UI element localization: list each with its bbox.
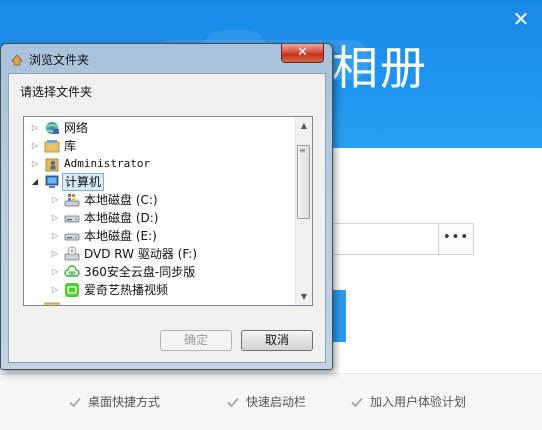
dialog-prompt: 请选择文件夹 <box>20 85 93 99</box>
cancel-button[interactable]: 取消 <box>241 330 313 351</box>
option-label: 加入用户体验计划 <box>370 395 467 409</box>
scroll-grip-icon: ≡ <box>299 146 306 155</box>
install-path-input[interactable] <box>330 223 439 255</box>
expand-arrow-icon[interactable]: ▷ <box>50 245 60 263</box>
tree-item-drive-c[interactable]: ▷ 本地磁盘 (C:) <box>24 191 294 209</box>
expand-arrow-icon[interactable]: ▷ <box>50 227 60 245</box>
network-icon <box>44 120 60 136</box>
option-label: 快速启动栏 <box>246 395 307 409</box>
tree-item-administrator[interactable]: ▷ Administrator <box>24 155 294 173</box>
iqiyi-icon <box>64 282 80 298</box>
tree-item-label: 库 <box>64 139 77 153</box>
option-desktop-shortcut[interactable]: 桌面快捷方式 <box>68 393 160 411</box>
option-user-experience[interactable]: 加入用户体验计划 <box>350 393 466 411</box>
browse-button[interactable]: ••• <box>438 223 474 255</box>
cloud-drive-icon <box>64 264 80 280</box>
tree-item-360-cloud[interactable]: ▷ 360安全云盘-同步版 <box>24 263 294 281</box>
scroll-down-arrow-icon[interactable]: ▼ <box>296 288 312 305</box>
option-label: 桌面快捷方式 <box>88 395 161 409</box>
tree-item-label: 本地磁盘 (E:) <box>84 229 157 243</box>
tree-item-dvd-drive[interactable]: ▷ DVD RW 驱动器 (F:) <box>24 245 294 263</box>
ok-button[interactable]: 确定 <box>160 330 232 351</box>
dialog-close-button[interactable]: ✕ <box>281 44 324 63</box>
tree-item-network[interactable]: ▷ 网络 <box>24 119 294 137</box>
expand-arrow-icon[interactable]: ▷ <box>30 119 40 137</box>
expand-arrow-icon[interactable]: ▷ <box>50 263 60 281</box>
tree-item-iqiyi[interactable]: ▷ 爱奇艺热播视频 <box>24 281 294 299</box>
folder-icon <box>44 300 60 305</box>
scroll-up-arrow-icon[interactable]: ▲ <box>296 117 312 134</box>
dvd-drive-icon <box>64 246 80 262</box>
tree-item-label: 计算机 <box>62 173 105 191</box>
tree-item-label: 本地磁盘 (D:) <box>84 211 159 225</box>
tree-item-library[interactable]: ▷ 库 <box>24 137 294 155</box>
tree-item-partial[interactable] <box>24 299 294 305</box>
library-icon <box>44 138 60 154</box>
tree-item-label: 360安全云盘-同步版 <box>84 265 196 279</box>
option-quick-launch[interactable]: 快速启动栏 <box>226 393 306 411</box>
drive-icon <box>64 210 80 226</box>
dialog-body: 请选择文件夹 ▷ 网络 ▷ 库 ▷ Administrator ◢ 计算机 ▷ … <box>8 73 326 363</box>
folder-dialog-icon <box>9 52 25 68</box>
expand-arrow-icon[interactable]: ▷ <box>30 155 40 173</box>
tree-scrollbar[interactable]: ▲ ≡ ▼ <box>295 117 312 305</box>
tree-item-label: Administrator <box>64 157 151 170</box>
tree-item-drive-e[interactable]: ▷ 本地磁盘 (E:) <box>24 227 294 245</box>
browse-folder-dialog: 浏览文件夹 ✕ 请选择文件夹 ▷ 网络 ▷ 库 ▷ Administrator … <box>0 43 333 370</box>
tree-item-computer[interactable]: ◢ 计算机 <box>24 173 294 191</box>
installer-title: 相册 <box>332 41 428 95</box>
expand-arrow-icon[interactable]: ▷ <box>50 209 60 227</box>
tree-item-label: 网络 <box>64 121 89 135</box>
checkbox-checked-icon[interactable] <box>350 395 364 409</box>
expand-arrow-icon[interactable]: ▷ <box>50 281 60 299</box>
system-drive-icon <box>64 192 80 208</box>
tree-item-drive-d[interactable]: ▷ 本地磁盘 (D:) <box>24 209 294 227</box>
user-folder-icon <box>44 156 60 172</box>
tree-item-label: 爱奇艺热播视频 <box>84 283 169 297</box>
installer-close-icon[interactable]: ✕ <box>510 8 532 30</box>
folder-tree[interactable]: ▷ 网络 ▷ 库 ▷ Administrator ◢ 计算机 ▷ 本地磁盘 (C… <box>23 116 313 306</box>
expand-arrow-icon[interactable]: ▷ <box>30 137 40 155</box>
collapse-arrow-icon[interactable]: ◢ <box>30 173 40 191</box>
scroll-thumb[interactable] <box>297 145 310 219</box>
drive-icon <box>64 228 80 244</box>
dialog-title: 浏览文件夹 <box>29 53 90 67</box>
checkbox-checked-icon[interactable] <box>68 395 82 409</box>
tree-item-label: 本地磁盘 (C:) <box>84 193 158 207</box>
tree-item-label: DVD RW 驱动器 (F:) <box>84 247 198 261</box>
checkbox-checked-icon[interactable] <box>226 395 240 409</box>
computer-icon <box>44 174 60 190</box>
expand-arrow-icon[interactable]: ▷ <box>50 191 60 209</box>
